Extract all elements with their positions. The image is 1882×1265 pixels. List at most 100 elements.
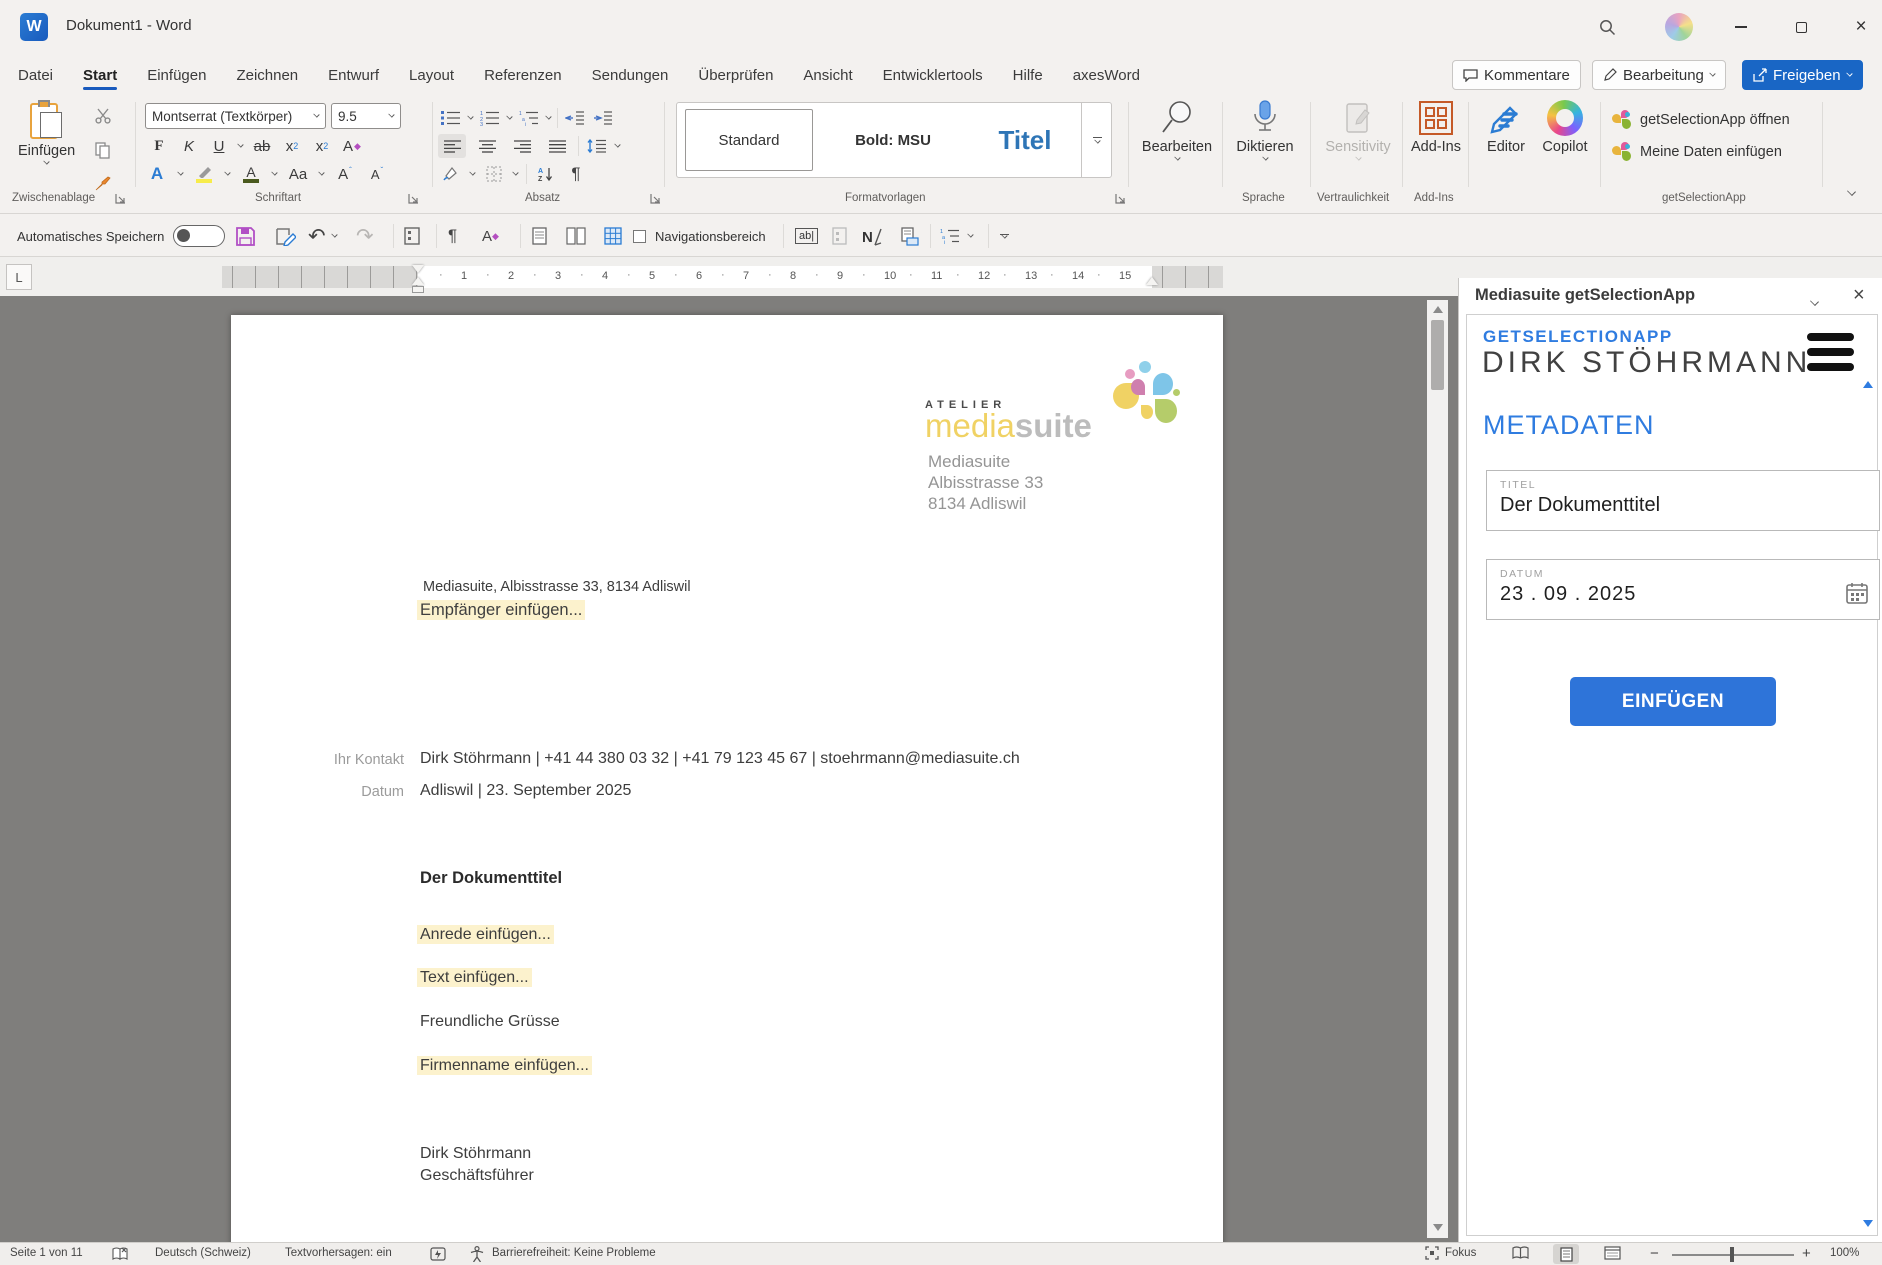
datum-field-value[interactable]: 23 . 09 . 2025 (1500, 583, 1866, 606)
text-effects-icon[interactable]: A (146, 162, 168, 186)
style-bold-msu[interactable]: Bold: MSU (823, 109, 963, 171)
column-select-icon[interactable] (404, 221, 420, 251)
hamburger-menu-icon[interactable] (1807, 333, 1854, 371)
font-size-combo[interactable]: 9.5 (331, 103, 401, 129)
highlight-color-icon[interactable] (193, 162, 215, 186)
comments-button[interactable]: Kommentare (1452, 60, 1581, 90)
tab-berprfen[interactable]: Überprüfen (690, 61, 781, 90)
numbered-list-icon[interactable]: 123 (479, 106, 501, 130)
shrink-font-icon[interactable]: Aˇ (366, 162, 388, 186)
document-scrollbar[interactable] (1427, 300, 1448, 1238)
tab-start[interactable]: Start (75, 61, 125, 90)
titel-field[interactable]: TITEL Der Dokumenttitel (1486, 470, 1880, 531)
hanging-indent-marker[interactable] (412, 277, 424, 285)
shading-icon[interactable] (440, 162, 462, 186)
format-painter-icon[interactable] (92, 172, 114, 196)
titel-field-value[interactable]: Der Dokumenttitel (1500, 494, 1866, 517)
align-center-icon[interactable] (473, 134, 501, 158)
minimize-button[interactable] (1724, 10, 1758, 44)
recipient-placeholder[interactable]: Empfänger einfügen... (417, 600, 585, 620)
calendar-icon[interactable] (1846, 582, 1868, 604)
save-icon[interactable] (236, 221, 255, 251)
increase-indent-icon[interactable] (592, 106, 614, 130)
grow-font-icon[interactable]: Aˆ (334, 162, 356, 186)
tab-axesword[interactable]: axesWord (1065, 61, 1148, 90)
autosave-toggle[interactable] (173, 221, 225, 251)
undo-chevron-icon[interactable] (332, 221, 337, 251)
addins-button[interactable]: Add-Ins (1408, 100, 1464, 155)
chevron-down-icon[interactable] (237, 141, 243, 147)
zoom-in-button[interactable]: + (1802, 1245, 1811, 1262)
tab-einfgen[interactable]: Einfügen (139, 61, 214, 90)
editor-button[interactable]: Editor (1480, 100, 1532, 155)
justify-icon[interactable] (543, 134, 571, 158)
toolbar-overflow-icon[interactable] (1000, 221, 1009, 251)
user-avatar[interactable] (1662, 10, 1696, 44)
undo-icon[interactable]: ↶ (308, 221, 326, 251)
italic-icon[interactable]: K (178, 134, 200, 158)
editing-mode-button[interactable]: Bearbeitung (1592, 60, 1726, 90)
one-page-view-icon[interactable] (532, 221, 547, 251)
dialog-launcher-icon[interactable] (1115, 193, 1126, 204)
ruler-n-icon[interactable]: N (862, 221, 882, 251)
pilcrow-icon[interactable]: ¶ (448, 221, 457, 251)
dictate-button[interactable]: Diktieren (1228, 100, 1302, 160)
decrease-indent-icon[interactable] (564, 106, 586, 130)
save-as-icon[interactable] (276, 221, 296, 251)
bullet-list-icon[interactable] (440, 106, 462, 130)
sort-icon[interactable]: AZ (535, 162, 557, 186)
scroll-up-arrow[interactable] (1433, 306, 1443, 313)
focus-label[interactable]: Fokus (1445, 1247, 1476, 1259)
accessibility-icon[interactable] (470, 1246, 484, 1262)
first-line-indent-marker[interactable] (412, 265, 424, 273)
share-button[interactable]: Freigeben (1742, 60, 1863, 90)
list-chevron-icon[interactable] (968, 221, 973, 251)
subscript-icon[interactable]: x2 (281, 134, 303, 158)
tab-ansicht[interactable]: Ansicht (795, 61, 860, 90)
insert-button[interactable]: EINFÜGEN (1570, 677, 1776, 726)
superscript-icon[interactable]: x2 (311, 134, 333, 158)
horizontal-ruler[interactable]: 1·2·3·4·5·6·7·8·9·10·11·12·13·14·15· (222, 266, 1223, 288)
language-status[interactable]: Deutsch (Schweiz) (155, 1247, 251, 1259)
pane-chevron-icon[interactable] (1811, 292, 1818, 310)
getsel-open-button[interactable]: getSelectionApp öffnen (1612, 110, 1790, 130)
clear-formatting-icon[interactable]: A◆ (482, 221, 499, 251)
predictions-status[interactable]: Textvorhersagen: ein (285, 1247, 392, 1259)
font-name-combo[interactable]: Montserrat (Textkörper) (145, 103, 326, 129)
find-replace-icon[interactable]: ab| (795, 221, 818, 251)
line-spacing-icon[interactable] (586, 134, 608, 158)
tab-entwicklertools[interactable]: Entwicklertools (875, 61, 991, 90)
print-layout-icon[interactable] (1553, 1244, 1579, 1264)
tab-referenzen[interactable]: Referenzen (476, 61, 570, 90)
align-right-icon[interactable] (508, 134, 536, 158)
salutation-placeholder[interactable]: Anrede einfügen... (417, 925, 554, 944)
search-icon[interactable] (1590, 10, 1624, 44)
copy-icon[interactable] (92, 138, 114, 162)
editing-group-button[interactable]: Bearbeiten (1137, 100, 1217, 160)
maximize-button[interactable] (1784, 10, 1818, 44)
change-case-icon[interactable]: Aa (287, 162, 309, 186)
predictions-icon[interactable] (430, 1246, 446, 1262)
strikethrough-icon[interactable]: ab (251, 134, 273, 158)
accessibility-status[interactable]: Barrierefreiheit: Keine Probleme (492, 1247, 656, 1259)
company-placeholder[interactable]: Firmenname einfügen... (417, 1056, 592, 1075)
cut-icon[interactable] (92, 104, 114, 128)
dialog-launcher-icon[interactable] (115, 193, 126, 204)
borders-icon[interactable] (483, 162, 505, 186)
tab-layout[interactable]: Layout (401, 61, 462, 90)
scrollbar-thumb[interactable] (1431, 320, 1444, 390)
print-preview-icon[interactable] (900, 221, 919, 251)
zoom-out-button[interactable]: − (1650, 1245, 1659, 1262)
web-layout-icon[interactable] (1604, 1246, 1621, 1260)
paste-button[interactable]: Einfügen (18, 100, 75, 164)
tab-sendungen[interactable]: Sendungen (584, 61, 677, 90)
styles-gallery-more-button[interactable] (1081, 103, 1112, 177)
tab-stop-selector[interactable]: L (6, 264, 32, 290)
left-indent-marker[interactable] (412, 286, 424, 293)
tab-hilfe[interactable]: Hilfe (1005, 61, 1051, 90)
underline-icon[interactable]: U (208, 134, 230, 158)
zoom-slider-thumb[interactable] (1730, 1247, 1734, 1262)
zoom-level-status[interactable]: 100% (1830, 1247, 1859, 1259)
style-titel[interactable]: Titel (969, 109, 1081, 171)
scroll-down-arrow[interactable] (1433, 1224, 1443, 1231)
